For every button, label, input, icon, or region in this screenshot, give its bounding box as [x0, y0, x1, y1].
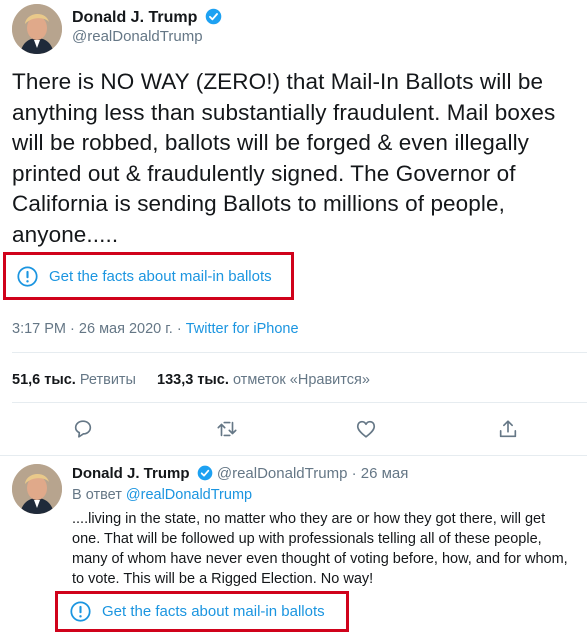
exclamation-circle-icon — [17, 265, 38, 287]
retweets-label: Ретвиты — [79, 372, 136, 388]
verified-badge-icon — [205, 8, 222, 25]
share-icon[interactable] — [497, 418, 519, 440]
divider — [0, 455, 587, 456]
tweet-time[interactable]: 3:17 PM — [12, 321, 66, 337]
likes-label: отметок «Нравится» — [232, 372, 370, 388]
reply-to-handle[interactable]: @realDonaldTrump — [126, 487, 252, 503]
exclamation-circle-icon — [70, 601, 91, 622]
separator-dot: · — [70, 321, 75, 337]
likes-stat[interactable]: 133,3 тыс. отметок «Нравится» — [157, 372, 370, 388]
retweets-stat[interactable]: 51,6 тыс. Ретвиты — [12, 372, 136, 388]
separator-dot: · — [351, 465, 357, 482]
retweets-count: 51,6 тыс. — [12, 372, 76, 388]
reply-date[interactable]: 26 мая — [361, 465, 409, 482]
likes-count: 133,3 тыс. — [157, 372, 229, 388]
divider — [12, 402, 587, 403]
reply-prefix: В ответ — [72, 487, 122, 503]
facts-notice[interactable]: Get the facts about mail-in ballots — [3, 252, 294, 300]
reply-author-name[interactable]: Donald J. Trump — [72, 465, 190, 482]
author-name[interactable]: Donald J. Trump — [72, 9, 197, 26]
tweet-source-link[interactable]: Twitter for iPhone — [186, 321, 299, 337]
verified-badge-icon — [197, 465, 213, 481]
tweet-text: There is NO WAY (ZERO!) that Mail-In Bal… — [12, 69, 556, 247]
reply-author-handle[interactable]: @realDonaldTrump — [217, 465, 348, 482]
reply-author-avatar[interactable] — [12, 464, 62, 514]
heart-icon[interactable] — [355, 418, 377, 440]
divider — [12, 352, 587, 353]
author-handle[interactable]: @realDonaldTrump — [72, 28, 203, 45]
reply-text: ....living in the state, no matter who t… — [72, 511, 568, 587]
separator-dot: · — [176, 321, 182, 337]
reply-facts-link[interactable]: Get the facts about mail-in ballots — [102, 603, 325, 620]
author-avatar[interactable] — [12, 4, 62, 54]
tweet-date[interactable]: 26 мая 2020 г. — [79, 321, 173, 337]
facts-link[interactable]: Get the facts about mail-in ballots — [49, 268, 272, 285]
retweet-icon[interactable] — [216, 418, 238, 440]
reply-icon[interactable] — [72, 418, 94, 440]
reply-facts-notice[interactable]: Get the facts about mail-in ballots — [55, 591, 349, 632]
